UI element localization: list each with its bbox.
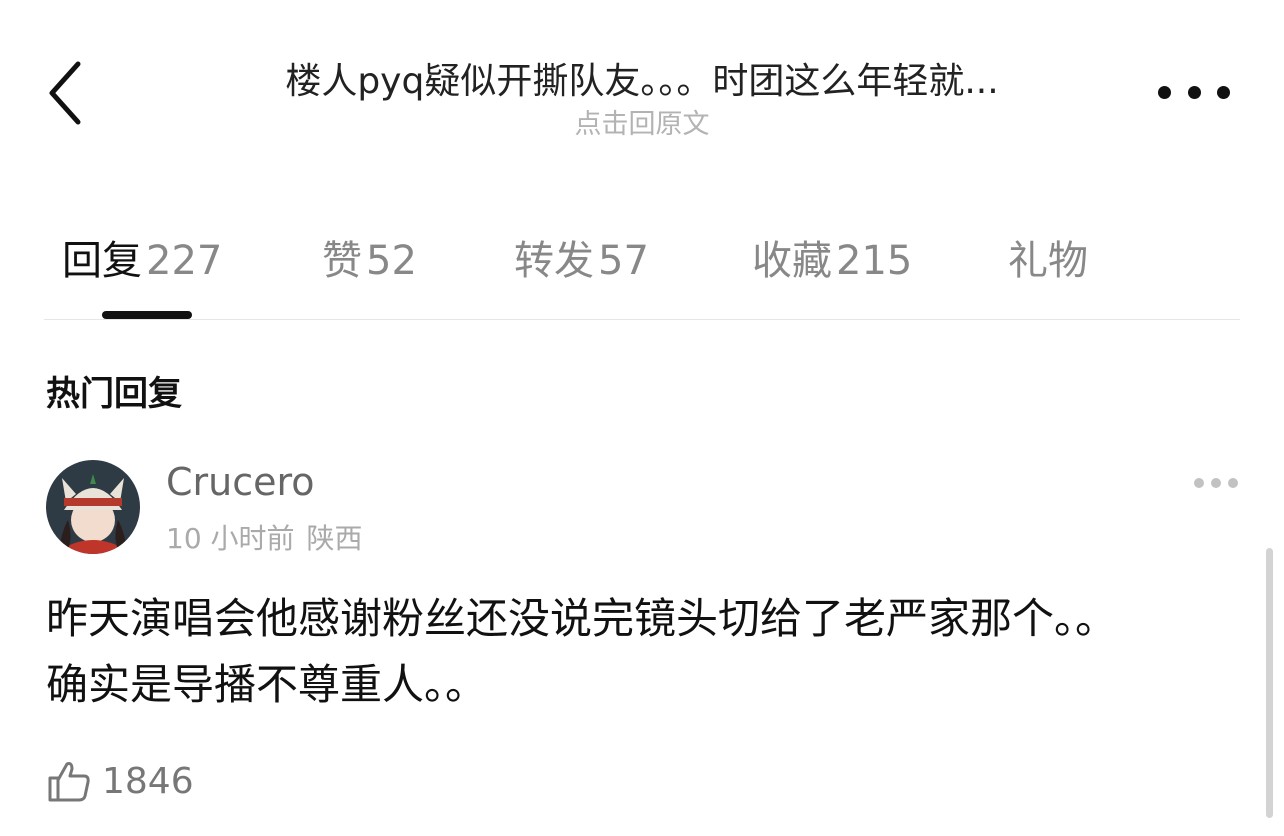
tab-label: 收藏 xyxy=(752,238,832,284)
back-to-original-link[interactable]: 点击回原文 xyxy=(150,102,1134,141)
like-button[interactable]: 1846 xyxy=(46,756,194,806)
tabs-divider xyxy=(44,319,1240,320)
avatar[interactable] xyxy=(46,460,140,554)
tab-likes[interactable]: 赞 52 xyxy=(322,228,417,286)
section-title: 热门回复 xyxy=(46,374,182,414)
tab-count: 215 xyxy=(836,238,913,284)
active-tab-indicator xyxy=(102,311,192,319)
tab-count: 227 xyxy=(146,238,223,284)
post-title: 楼人pyq疑似开撕队友。。。时团这么年轻就... xyxy=(285,61,999,102)
comment-location: 陕西 xyxy=(306,522,363,555)
chevron-left-icon xyxy=(49,61,81,125)
tab-count: 57 xyxy=(598,238,649,284)
like-count: 1846 xyxy=(102,760,194,802)
scrollbar[interactable] xyxy=(1266,548,1273,818)
tab-replies[interactable]: 回复 227 xyxy=(62,228,222,286)
tab-label: 赞 xyxy=(322,238,362,284)
more-dots-icon xyxy=(1194,478,1204,488)
comment-more-button[interactable] xyxy=(1194,476,1238,490)
back-button[interactable] xyxy=(40,58,96,128)
comment-meta: 10 小时前 陕西 xyxy=(166,517,363,557)
tab-label: 回复 xyxy=(62,238,142,284)
tab-label: 礼物 xyxy=(1008,238,1088,284)
thumbs-up-icon xyxy=(48,762,90,802)
comment-time: 10 小时前 xyxy=(166,522,295,555)
tab-reposts[interactable]: 转发 57 xyxy=(514,228,649,286)
tab-gifts[interactable]: 礼物 xyxy=(1008,228,1088,286)
tab-favorites[interactable]: 收藏 215 xyxy=(752,228,912,286)
user-avatar-image xyxy=(46,460,140,554)
comment-username[interactable]: Crucero xyxy=(166,460,315,504)
tab-count: 52 xyxy=(366,238,417,284)
more-dots-icon xyxy=(1158,85,1171,99)
comment-text: 昨天演唱会他感谢粉丝还没说完镜头切给了老严家那个。。确实是导播不尊重人。。 xyxy=(46,594,1118,709)
more-options-button[interactable] xyxy=(1158,78,1230,106)
tab-label: 转发 xyxy=(514,238,594,284)
